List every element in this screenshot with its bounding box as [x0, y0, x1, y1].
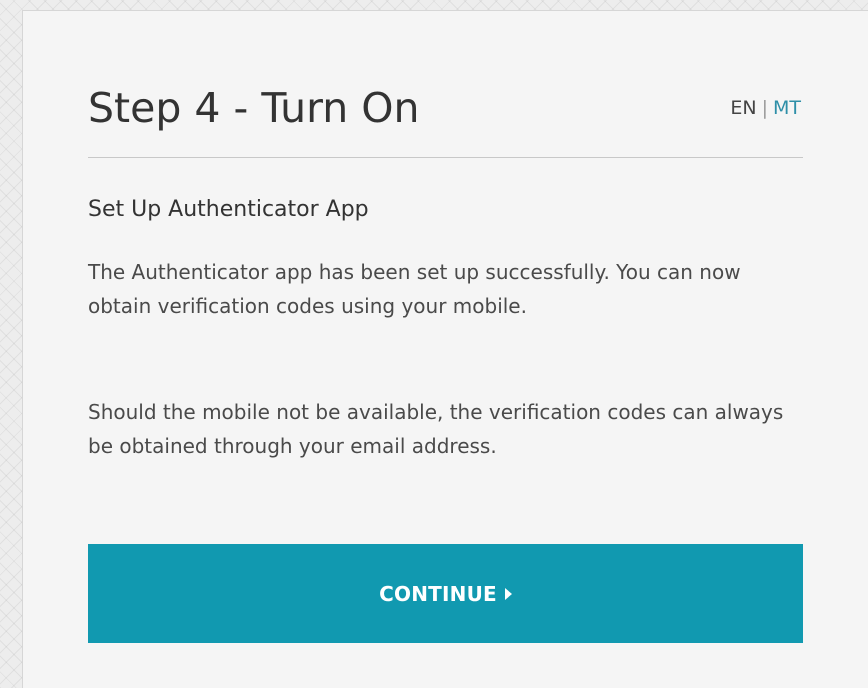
- authenticator-card: Step 4 - Turn On EN | MT Set Up Authentica…: [22, 10, 868, 688]
- lang-en-current: EN: [730, 97, 757, 119]
- success-message: The Authenticator app has been set up su…: [88, 260, 741, 318]
- fallback-message: Should the mobile not be available, the …: [88, 400, 784, 458]
- section-title: Set Up Authenticator App: [88, 197, 369, 222]
- card-header: Step 4 - Turn On EN | MT: [88, 81, 803, 158]
- caret-right-icon: [504, 587, 512, 600]
- page-title: Step 4 - Turn On: [88, 84, 420, 132]
- continue-button-label: CONTINUE: [379, 581, 497, 606]
- lang-mt-link[interactable]: MT: [773, 97, 801, 119]
- continue-button[interactable]: CONTINUE: [88, 544, 803, 643]
- lang-separator: |: [761, 97, 768, 119]
- language-switcher: EN | MT: [730, 96, 801, 120]
